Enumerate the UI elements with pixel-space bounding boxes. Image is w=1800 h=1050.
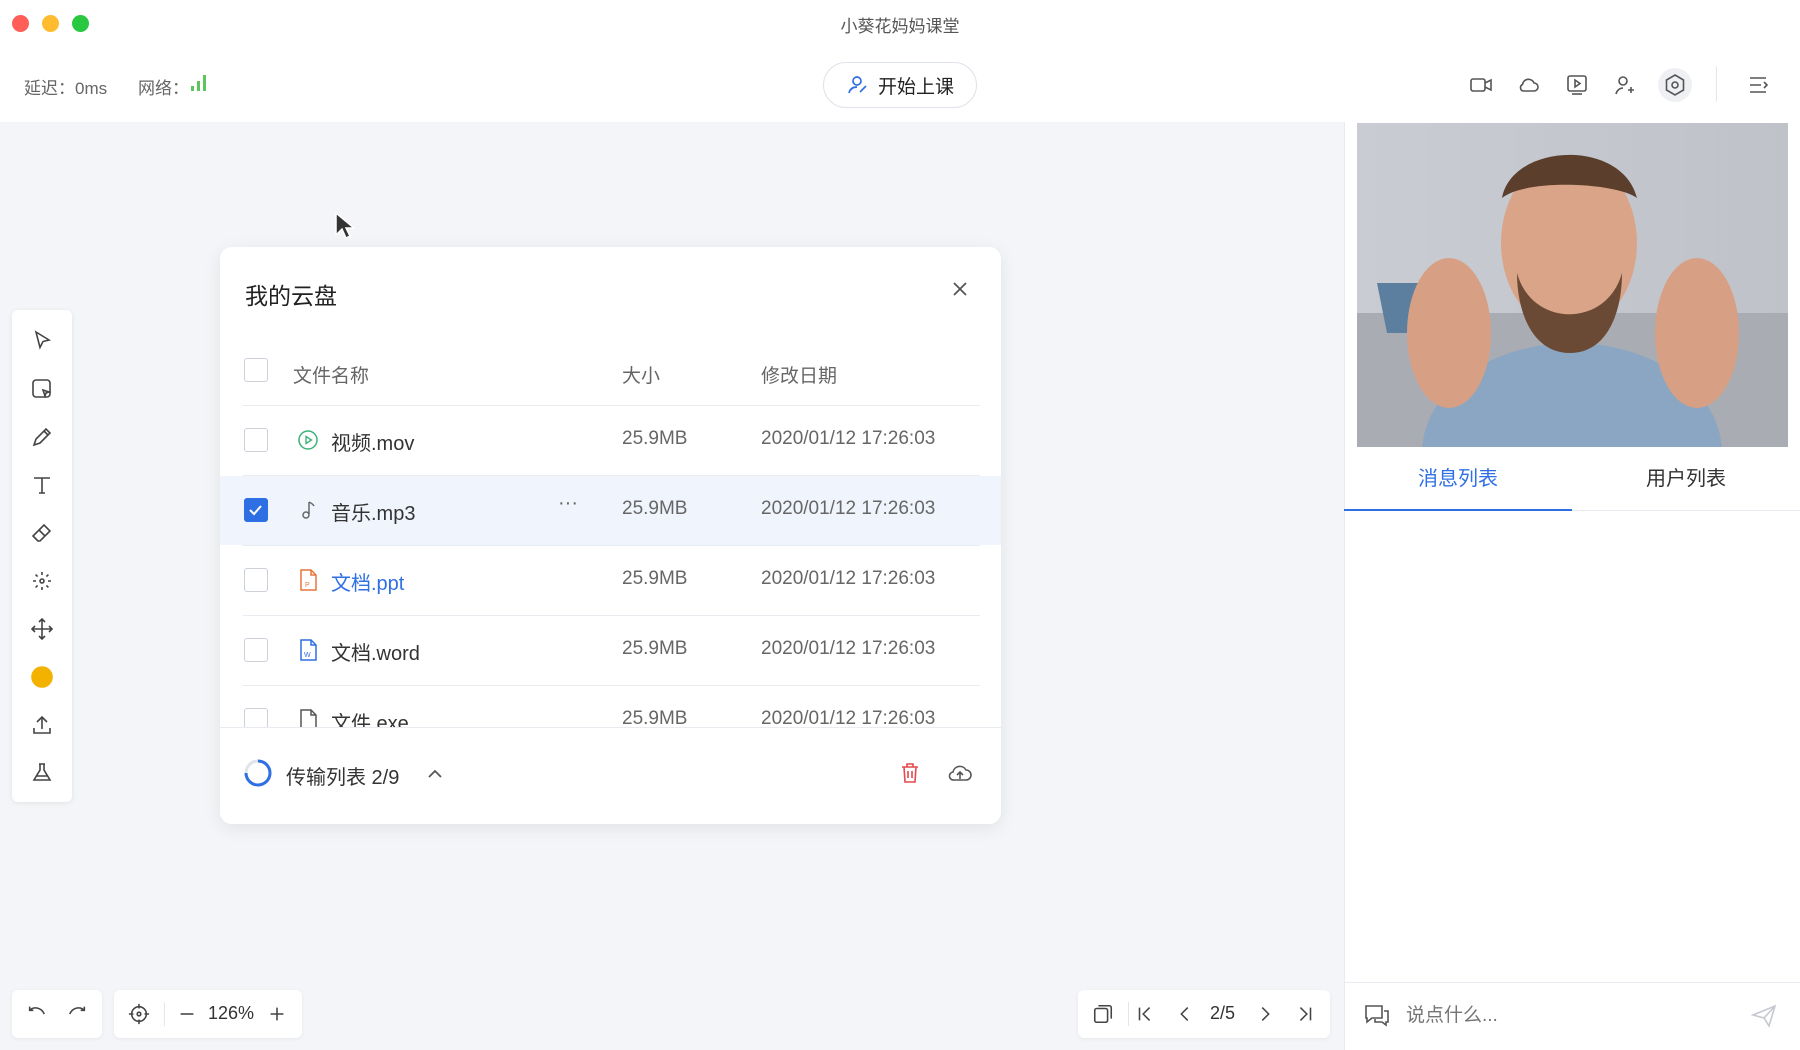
- file-name[interactable]: 文档.ppt: [331, 567, 404, 596]
- zoom-in-icon[interactable]: [264, 1001, 290, 1027]
- laser-icon[interactable]: [27, 566, 57, 596]
- row-checkbox[interactable]: [244, 638, 268, 662]
- undo-icon[interactable]: [24, 1001, 50, 1027]
- file-name: 音乐.mp3: [331, 503, 416, 525]
- settings-icon[interactable]: [1658, 68, 1692, 102]
- delete-icon[interactable]: [898, 761, 922, 785]
- music-file-icon: [302, 501, 315, 519]
- pointer-icon[interactable]: [27, 326, 57, 356]
- file-name: 文档.word: [331, 643, 420, 665]
- zoom-level: 126%: [208, 1003, 255, 1023]
- color-icon[interactable]: [27, 662, 57, 692]
- more-options-icon[interactable]: ···: [558, 492, 578, 515]
- column-name-header: 文件名称: [293, 366, 370, 387]
- mouse-cursor-icon: [335, 211, 356, 240]
- screen-share-icon[interactable]: [1562, 70, 1592, 100]
- file-date: 2020/01/12 17:26:03: [761, 428, 936, 449]
- page-controls: 2/5: [1078, 990, 1330, 1038]
- move-icon[interactable]: [27, 614, 57, 644]
- teacher-icon: [848, 76, 867, 94]
- file-row[interactable]: 音乐.mp3 ··· 25.9MB 2020/01/12 17:26:03: [220, 476, 1001, 545]
- upload-icon[interactable]: [27, 710, 57, 740]
- zoom-controls: 126%: [114, 990, 302, 1038]
- next-page-icon[interactable]: [1252, 1001, 1278, 1027]
- cloud-upload-icon[interactable]: [947, 761, 973, 785]
- toolbar-divider: [1716, 66, 1717, 102]
- pen-icon[interactable]: [27, 422, 57, 452]
- start-class-button[interactable]: 开始上课: [823, 62, 977, 108]
- dialog-title: 我的云盘: [245, 283, 337, 309]
- zoom-out-icon[interactable]: [174, 1001, 200, 1027]
- first-page-icon[interactable]: [1132, 1001, 1158, 1027]
- eraser-icon[interactable]: [27, 518, 57, 548]
- video-file-icon: [298, 430, 318, 450]
- close-icon[interactable]: [945, 274, 975, 304]
- chat-input[interactable]: [1406, 1000, 1726, 1032]
- file-row[interactable]: W 文档.word 25.9MB 2020/01/12 17:26:03: [220, 616, 1001, 685]
- file-row[interactable]: P 文档.ppt 25.9MB 2020/01/12 17:26:03: [220, 546, 1001, 615]
- cloud-icon[interactable]: [1514, 70, 1544, 100]
- row-checkbox[interactable]: [244, 428, 268, 452]
- text-icon[interactable]: [27, 470, 57, 500]
- window-title: 小葵花妈妈课堂: [840, 17, 960, 36]
- drawing-toolbar: [12, 310, 72, 802]
- video-icon[interactable]: [1466, 70, 1496, 100]
- page-indicator: 2/5: [1210, 1003, 1236, 1023]
- row-checkbox[interactable]: [244, 498, 268, 522]
- file-size: 25.9MB: [622, 498, 688, 519]
- latency-status: 延迟：0ms: [24, 79, 108, 98]
- svg-text:W: W: [304, 652, 311, 659]
- chat-divider: [1344, 982, 1800, 983]
- app-window: 小葵花妈妈课堂 延迟：0ms 网络： 开始上课 我的云盘 文件名称 大小 修改日…: [0, 0, 1800, 1050]
- svg-text:P: P: [305, 582, 310, 589]
- prev-page-icon[interactable]: [1172, 1001, 1198, 1027]
- row-checkbox[interactable]: [244, 568, 268, 592]
- column-size-header: 大小: [622, 366, 661, 387]
- chat-icon: [1365, 1005, 1389, 1027]
- word-file-icon: W: [300, 639, 317, 661]
- file-name: 视频.mov: [331, 433, 415, 455]
- locate-icon[interactable]: [126, 1001, 152, 1027]
- add-user-icon[interactable]: [1610, 70, 1640, 100]
- network-label: 网络：: [138, 79, 189, 98]
- active-tab-indicator: [1344, 509, 1572, 511]
- start-class-label: 开始上课: [877, 76, 954, 98]
- teacher-video-feed: [1357, 123, 1788, 447]
- file-date: 2020/01/12 17:26:03: [761, 498, 936, 519]
- history-controls: [12, 990, 102, 1038]
- file-date: 2020/01/12 17:26:03: [761, 638, 936, 659]
- cloud-drive-dialog: 我的云盘 文件名称 大小 修改日期 视频.mov 25.9MB 2020/01/…: [220, 247, 1001, 824]
- send-icon[interactable]: [1750, 1003, 1778, 1029]
- tab-users[interactable]: 用户列表: [1572, 462, 1800, 491]
- file-row[interactable]: 视频.mov 25.9MB 2020/01/12 17:26:03: [220, 406, 1001, 475]
- select-icon[interactable]: [27, 374, 57, 404]
- progress-spinner-icon: [244, 759, 272, 787]
- file-size: 25.9MB: [622, 638, 688, 659]
- select-all-checkbox[interactable]: [244, 358, 268, 382]
- menu-icon[interactable]: [1743, 70, 1773, 100]
- redo-icon[interactable]: [64, 1001, 90, 1027]
- last-page-icon[interactable]: [1292, 1001, 1318, 1027]
- pages-icon[interactable]: [1090, 1001, 1116, 1027]
- file-date: 2020/01/12 17:26:03: [761, 568, 936, 589]
- file-size: 25.9MB: [622, 568, 688, 589]
- network-signal-icon: [191, 75, 206, 91]
- clear-icon[interactable]: [27, 758, 57, 788]
- ppt-file-icon: P: [300, 569, 317, 591]
- tab-messages[interactable]: 消息列表: [1344, 462, 1572, 491]
- transfer-list-label[interactable]: 传输列表 2/9: [286, 761, 399, 790]
- transfer-bar: 传输列表 2/9: [220, 727, 1001, 824]
- column-date-header: 修改日期: [761, 366, 838, 387]
- file-size: 25.9MB: [622, 428, 688, 449]
- chevron-up-icon[interactable]: [425, 764, 445, 784]
